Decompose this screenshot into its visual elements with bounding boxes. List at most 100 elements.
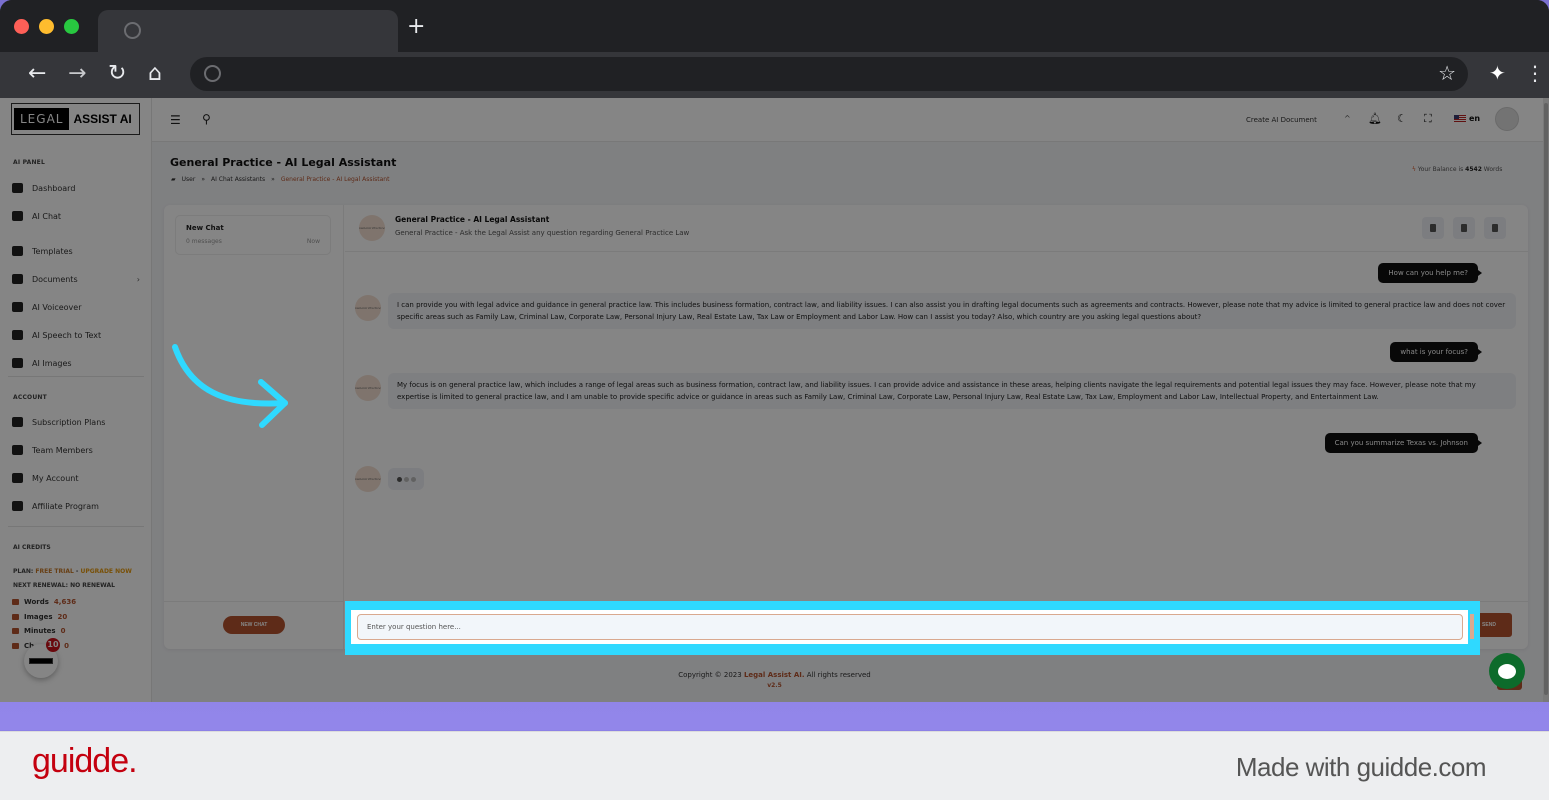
chevron-up-icon[interactable]: ^ [1344,114,1351,123]
breadcrumb-sep: » [201,176,205,183]
credit-minutes: Minutes 0 [12,627,65,635]
sidebar-item-label: AI Voiceover [32,302,82,312]
sidebar-item-label: Team Members [32,445,93,455]
made-with-guidde: Made with guidde.com [1235,752,1487,782]
fullscreen-icon[interactable]: ⛶ [1424,112,1432,126]
forward-icon[interactable]: → [68,62,86,86]
new-tab-button[interactable]: + [407,16,425,38]
home-icon[interactable]: ⌂ [148,62,162,86]
chat-icon [12,211,23,221]
sidebar-item-templates[interactable]: Templates [12,246,140,256]
sidebar-item-dashboard[interactable]: Dashboard [12,183,140,193]
back-icon[interactable]: ← [28,62,46,86]
sidebar-item-label: My Account [32,473,79,483]
maximize-window-button[interactable] [64,19,79,34]
credit-images: Images 20 [12,613,67,621]
breadcrumb-sep: » [271,176,275,183]
address-bar[interactable]: ☆ [190,57,1468,91]
bolt-icon: ϟ [1412,166,1416,173]
breadcrumb: ▰ User » AI Chat Assistants » General Pr… [171,176,389,183]
conversation-item[interactable]: New Chat 0 messages Now [175,215,331,255]
new-chat-button[interactable]: NEW CHAT [223,616,285,634]
waveform-icon [12,302,23,312]
extensions-puzzle-icon[interactable]: ✦ [1489,61,1506,85]
message-icon [12,599,19,605]
sidebar-item-ai-chat[interactable]: AI Chat [12,211,140,221]
us-flag-icon[interactable] [1454,115,1466,123]
camera-icon [12,358,23,368]
breadcrumb-user[interactable]: User [182,176,196,183]
section-ai-panel: AI PANEL [13,159,45,166]
page-scrollbar[interactable] [1543,98,1549,702]
typing-dot [410,476,416,482]
plan-value: FREE TRIAL [35,568,74,575]
conversation-footer: NEW CHAT [164,601,344,649]
message-icon [12,628,19,634]
scrollbar-thumb[interactable] [1544,103,1548,695]
dark-mode-icon[interactable]: ☾ [1397,112,1407,125]
credit-label: Minutes [24,627,56,635]
user-avatar[interactable] [1495,107,1519,131]
language-selector[interactable]: en [1469,114,1480,123]
breadcrumb-ai-chat-assistants[interactable]: AI Chat Assistants [211,176,265,183]
brand-link[interactable]: Legal Assist AI. [744,671,805,679]
browser-menu-icon[interactable]: ⋮ [1525,61,1545,85]
bell-icon[interactable]: 🔔︎ [1368,112,1382,125]
logo-legal: LEGAL [14,108,70,130]
chat-header: General Practice General Practice - AI L… [345,205,1528,252]
sidebar-item-label: AI Speech to Text [32,330,102,340]
sidebar-item-affiliate-program[interactable]: Affiliate Program [12,501,140,511]
typing-dot [403,476,409,482]
highlight-inner [351,610,1468,644]
support-chat-button[interactable] [1489,653,1525,689]
conversation-title: New Chat [186,224,224,232]
credit-label: Images [24,613,53,621]
sidebar-item-ai-images[interactable]: AI Images [12,358,140,368]
app-logo[interactable]: LEGAL ASSIST AI [11,103,140,135]
breadcrumb-icon: ▰ [171,176,176,183]
menu-toggle-icon[interactable]: ☰ [170,113,181,127]
export-pdf-button[interactable] [1453,217,1475,239]
sidebar-item-team-members[interactable]: Team Members [12,445,140,455]
sidebar-item-my-account[interactable]: My Account [12,473,140,483]
browser-tab[interactable] [98,10,398,52]
export-word-button[interactable] [1422,217,1444,239]
message-icon [12,614,19,620]
user-message: How can you help me? [1378,263,1482,283]
globe-icon [124,22,141,39]
copyright-suffix: All rights reserved [806,671,871,679]
credit-label: Words [24,598,49,606]
chevron-right-icon: › [136,274,140,284]
sidebar-item-ai-voiceover[interactable]: AI Voiceover [12,302,140,312]
divider [8,526,144,527]
close-window-button[interactable] [14,19,29,34]
minimize-window-button[interactable] [39,19,54,34]
question-input[interactable] [357,614,1463,640]
team-icon [12,445,23,455]
guidde-footer: guidde. Made with guidde.com [0,731,1549,800]
sidebar-item-subscription-plans[interactable]: Subscription Plans [12,417,140,427]
conversation-time: Now [306,238,320,245]
upgrade-now-link[interactable]: UPGRADE NOW [80,568,131,575]
bot-message: My focus is on general practice law, whi… [388,373,1516,409]
word-balance: ϟ Your Balance is 4542 Words [1412,166,1502,173]
logo-assist-ai: ASSIST AI [73,112,132,126]
reload-icon[interactable]: ↻ [108,62,126,86]
sidebar-item-label: Subscription Plans [32,417,106,427]
bot-avatar: General Practice [355,375,381,401]
chip-icon [12,246,23,256]
search-icon[interactable]: ⚲ [202,112,211,126]
balance-prefix: Your Balance is [1417,166,1464,173]
export-txt-button[interactable] [1484,217,1506,239]
sidebar-item-label: AI Chat [32,211,62,221]
sidebar-item-documents[interactable]: Documents › [12,274,140,284]
sidebar-item-ai-speech-to-text[interactable]: AI Speech to Text [12,330,140,340]
sidebar-item-label: Dashboard [32,183,76,193]
id-card-icon [12,473,23,483]
create-ai-document-button[interactable]: Create AI Document [1246,116,1317,124]
credit-value: 0 [64,642,69,650]
page-title: General Practice - AI Legal Assistant [170,156,397,169]
bot-avatar: General Practice [355,295,381,321]
bookmark-star-icon[interactable]: ☆ [1438,61,1456,85]
input-edge [1470,614,1474,639]
